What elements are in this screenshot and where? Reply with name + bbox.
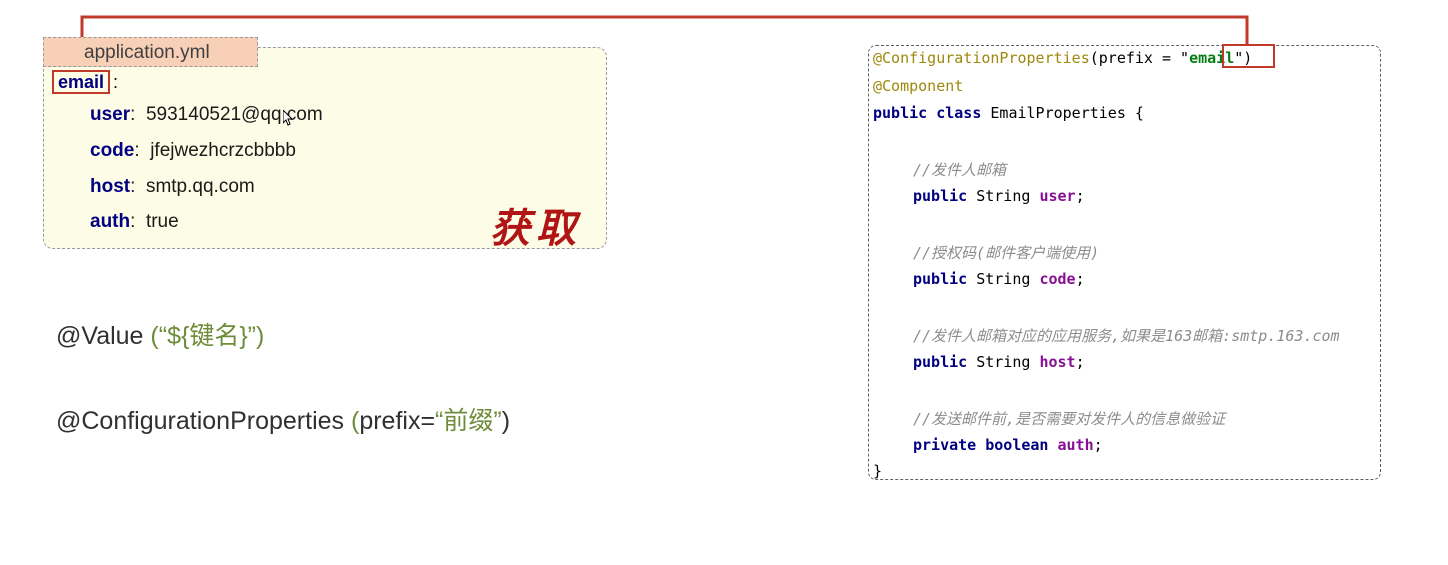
code-token: } [873, 462, 883, 480]
code-field-user: public String user; [873, 187, 1085, 205]
yaml-root-key: email [52, 70, 111, 94]
type-token: String [967, 353, 1040, 371]
cp-annotation-note: @ConfigurationProperties (prefix=“前缀”) [56, 401, 510, 437]
cp-arg-value: “前缀” [435, 407, 502, 435]
yaml-root-colon: : [113, 72, 119, 92]
code-token: ; [1075, 270, 1085, 288]
prefix-highlight-box [1222, 44, 1275, 68]
code-line-2: @Component [873, 77, 963, 95]
code-comment: //授权码(邮件客户端使用) [873, 242, 1099, 263]
code-token: (prefix = " [1089, 49, 1190, 67]
field-name: code [1039, 270, 1076, 288]
type-token: String [967, 270, 1040, 288]
code-closing-brace: } [873, 462, 883, 480]
field-name: host [1039, 353, 1076, 371]
yaml-filename: application.yml [84, 42, 210, 63]
code-field-code: public String code; [873, 270, 1085, 288]
code-line-1: @ConfigurationProperties(prefix = "email… [873, 49, 1252, 67]
annotation-token: @ConfigurationProperties [873, 49, 1090, 67]
annotation-token: @Component [873, 77, 964, 95]
code-panel: @ConfigurationProperties(prefix = "email… [868, 45, 1381, 480]
code-comment: //发送邮件前,是否需要对发件人的信息做验证 [873, 408, 1225, 429]
comment-text: //发送邮件前,是否需要对发件人的信息做验证 [913, 410, 1226, 428]
keyword-token: public [913, 187, 968, 205]
yaml-entry-host: host: smtp.qq.com [90, 176, 255, 197]
cp-arg-name: prefix= [359, 407, 436, 435]
yaml-key: user [90, 104, 131, 125]
keyword-token: public [913, 270, 968, 288]
class-name: EmailProperties { [981, 104, 1144, 122]
field-name: auth [1048, 436, 1094, 454]
comment-text: //发件人邮箱对应的应用服务,如果是163邮箱:smtp.163.com [913, 327, 1340, 345]
yaml-key: auth [90, 211, 131, 232]
code-token: ; [1075, 187, 1085, 205]
comment-text: //授权码(邮件客户端使用) [913, 244, 1100, 262]
code-comment: //发件人邮箱对应的应用服务,如果是163邮箱:smtp.163.com [873, 325, 1340, 346]
code-field-host: public String host; [873, 353, 1085, 371]
yaml-value: 593140521@qq.com [145, 104, 323, 125]
keyword-token: private boolean [913, 436, 1049, 454]
code-comment: //发件人邮箱 [873, 159, 1006, 180]
value-annotation-arg: (“${键名}”) [150, 322, 265, 350]
yaml-value: jfejwezhcrzcbbbb [150, 140, 296, 161]
yaml-file-tab: application.yml [43, 37, 258, 67]
yaml-entry-code: code: jfejwezhcrzcbbbb [90, 140, 296, 161]
stamp-text: 获取 [490, 205, 582, 252]
code-token: ; [1093, 436, 1103, 454]
value-annotation-name: @Value [56, 322, 151, 350]
cp-annotation-name: @ConfigurationProperties [56, 407, 351, 435]
keyword-token: public class [873, 104, 982, 122]
value-annotation-note: @Value (“${键名}”) [56, 316, 264, 352]
field-name: user [1039, 187, 1076, 205]
code-line-3: public class EmailProperties { [873, 104, 1144, 122]
yaml-value: true [145, 211, 179, 232]
yaml-key: code [90, 140, 135, 161]
mouse-cursor-icon [283, 110, 293, 126]
comment-text: //发件人邮箱 [913, 161, 1007, 179]
type-token: String [967, 187, 1040, 205]
code-token: ; [1075, 353, 1085, 371]
yaml-entry-auth: auth: true [90, 211, 179, 232]
yaml-value: smtp.qq.com [145, 176, 255, 197]
yaml-key: host [90, 176, 131, 197]
cp-paren-close: ) [501, 407, 511, 435]
keyword-token: public [913, 353, 968, 371]
code-field-auth: private boolean auth; [873, 436, 1103, 454]
